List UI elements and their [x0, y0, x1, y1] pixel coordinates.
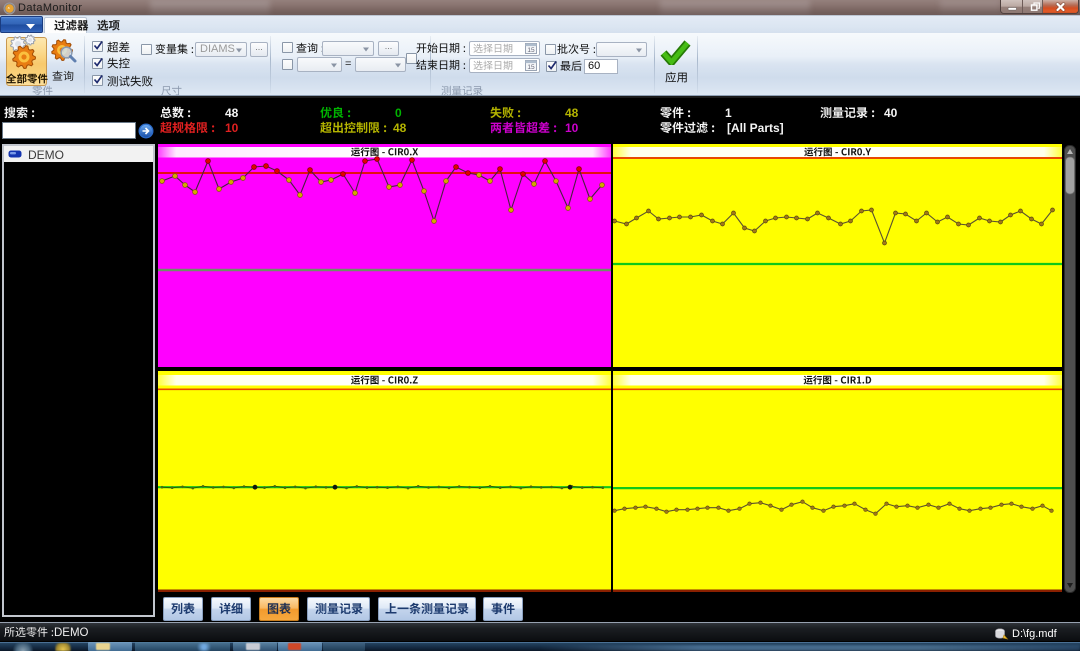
svg-text:15: 15 [527, 47, 535, 54]
svg-text:15: 15 [527, 64, 535, 71]
